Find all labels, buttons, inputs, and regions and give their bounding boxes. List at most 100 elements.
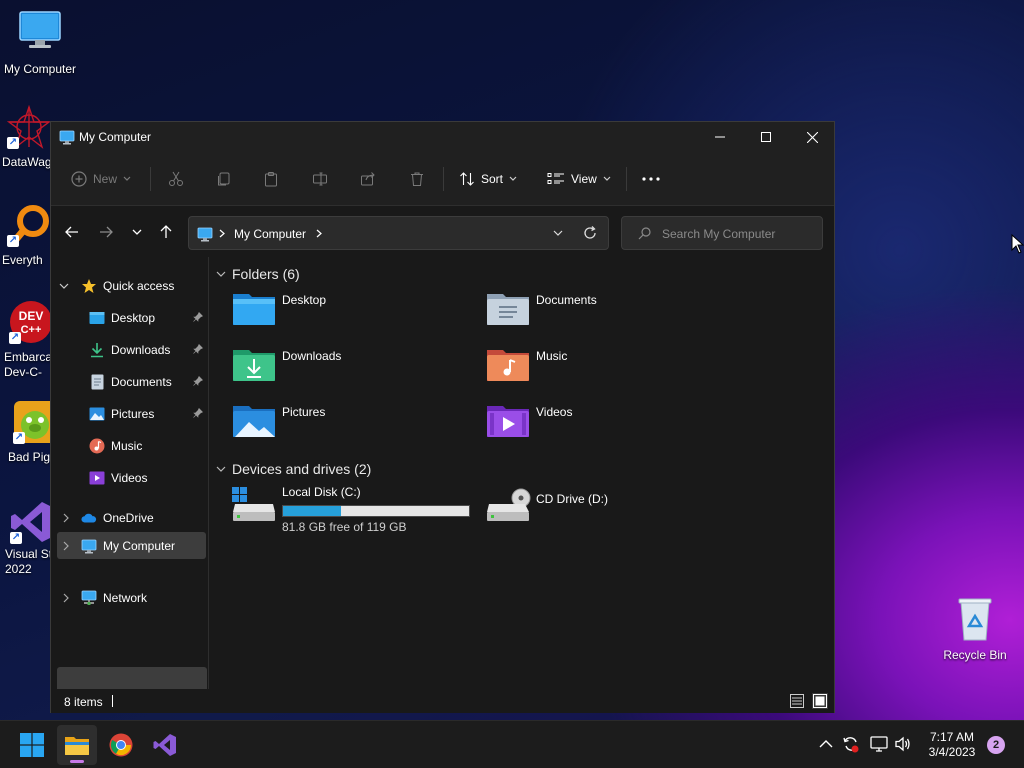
more-icon [642, 177, 660, 181]
new-button[interactable]: New [71, 166, 131, 192]
command-bar: New Sort View [51, 152, 834, 206]
start-button[interactable] [12, 725, 52, 765]
drives-group-header[interactable]: Devices and drives (2) [216, 461, 371, 477]
downloads-folder-icon [231, 344, 277, 384]
chrome-icon [109, 733, 133, 757]
refresh-button[interactable] [583, 226, 597, 240]
network-icon [81, 590, 97, 606]
search-input[interactable]: Search My Computer [621, 216, 823, 250]
share-button[interactable] [360, 166, 376, 192]
sort-button[interactable]: Sort [459, 166, 517, 192]
toolbar-divider [626, 167, 627, 191]
status-divider [112, 695, 113, 707]
desktop-icon-my-computer[interactable]: My Computer [0, 10, 80, 77]
arrow-left-icon [65, 226, 79, 238]
sort-label: Sort [481, 172, 504, 186]
sidebar-item-music[interactable]: Music [89, 433, 207, 459]
sidebar-item-downloads[interactable]: Downloads [89, 337, 207, 363]
sidebar-item-label: Pictures [111, 407, 155, 421]
toolbar-divider [150, 167, 151, 191]
cloud-icon [81, 510, 97, 526]
devcpp-icon: DEV C++ ↗ [9, 300, 53, 344]
paste-button[interactable] [263, 166, 279, 192]
desktop-icon [89, 310, 105, 326]
share-icon [360, 171, 376, 187]
folder-tile-desktop[interactable]: Desktop [217, 288, 467, 332]
address-bar[interactable]: My Computer [188, 216, 609, 250]
back-button[interactable] [60, 221, 84, 243]
sidebar-item-label: Quick access [103, 279, 175, 293]
taskbar: 7:17 AM 3/4/2023 2 [0, 720, 1024, 768]
sidebar-item-desktop[interactable]: Desktop [89, 305, 207, 331]
cut-button[interactable] [168, 166, 184, 192]
folder-tile-videos[interactable]: Videos [471, 400, 721, 444]
toolbar-divider [443, 167, 444, 191]
view-button[interactable]: View [547, 166, 611, 192]
drive-tile-cd-drive-d[interactable]: CD Drive (D:) [471, 482, 721, 532]
minimize-button[interactable] [697, 122, 743, 152]
pictures-folder-icon [231, 400, 277, 440]
drive-free-space: 81.8 GB free of 119 GB [282, 520, 407, 534]
sidebar-item-documents[interactable]: Documents [89, 369, 207, 395]
recent-locations-button[interactable] [125, 221, 149, 243]
taskbar-clock[interactable]: 7:17 AM 3/4/2023 [920, 730, 984, 760]
sidebar-item-pictures[interactable]: Pictures [89, 401, 207, 427]
chevron-right-icon [59, 541, 73, 551]
sidebar-item-network[interactable]: Network [59, 585, 205, 611]
folder-tile-documents[interactable]: Documents [471, 288, 721, 332]
file-explorer-window: My Computer New Sort View My Computer Se… [50, 121, 835, 713]
show-hidden-icons-button[interactable] [819, 739, 833, 748]
drive-name: Local Disk (C:) [282, 485, 361, 499]
delete-button[interactable] [409, 166, 425, 192]
address-history-dropdown[interactable] [553, 230, 563, 237]
scissors-icon [168, 171, 184, 187]
sort-icon [459, 171, 475, 187]
title-bar[interactable]: My Computer [51, 122, 834, 152]
chevron-down-icon [509, 176, 517, 182]
maximize-button[interactable] [743, 122, 789, 152]
large-icons-view-button[interactable] [812, 693, 828, 709]
svg-text:DEV: DEV [19, 309, 44, 323]
folder-name: Downloads [282, 349, 342, 363]
shortcut-arrow-icon: ↗ [7, 235, 19, 247]
taskbar-visual-studio[interactable] [145, 725, 185, 765]
add-icon [71, 171, 87, 187]
desktop-icon-recycle-bin[interactable]: Recycle Bin [935, 596, 1015, 663]
drive-usage-fill [283, 506, 341, 516]
video-icon [89, 470, 105, 486]
sidebar-item-videos[interactable]: Videos [89, 465, 207, 491]
volume-icon[interactable] [894, 735, 912, 753]
visual-studio-icon: ↗ [10, 500, 54, 544]
more-options-button[interactable] [642, 166, 660, 192]
folder-tile-pictures[interactable]: Pictures [217, 400, 467, 444]
arrow-up-icon [160, 225, 172, 239]
drive-tile-local-disk-c[interactable]: Local Disk (C:) 81.8 GB free of 119 GB [217, 482, 470, 534]
notification-badge[interactable]: 2 [987, 736, 1005, 754]
up-button[interactable] [154, 221, 178, 243]
network-status-icon[interactable] [870, 735, 888, 753]
rename-button[interactable] [312, 166, 328, 192]
sidebar-item-quick-access[interactable]: Quick access [59, 273, 205, 299]
pin-icon [193, 408, 203, 418]
view-label: View [571, 172, 597, 186]
chevron-down-icon [216, 271, 226, 278]
forward-button[interactable] [94, 221, 118, 243]
breadcrumb-my-computer[interactable]: My Computer [234, 227, 306, 241]
copy-button[interactable] [216, 166, 232, 192]
recycle-bin-icon [953, 596, 997, 641]
sync-icon[interactable] [842, 735, 860, 753]
document-icon [89, 374, 105, 390]
folders-group-header[interactable]: Folders (6) [216, 266, 300, 282]
desktop-icon-label: My Computer [3, 62, 77, 76]
taskbar-chrome[interactable] [101, 725, 141, 765]
close-button[interactable] [789, 122, 835, 152]
folder-tile-downloads[interactable]: Downloads [217, 344, 467, 388]
sidebar-item-onedrive[interactable]: OneDrive [59, 505, 205, 531]
hard-drive-icon [231, 486, 277, 522]
details-view-button[interactable] [790, 694, 804, 708]
chevron-down-icon [59, 283, 73, 290]
sidebar-item-my-computer[interactable]: My Computer [57, 532, 206, 559]
taskbar-file-explorer[interactable] [57, 725, 97, 765]
folder-tile-music[interactable]: Music [471, 344, 721, 388]
window-title: My Computer [79, 130, 152, 144]
